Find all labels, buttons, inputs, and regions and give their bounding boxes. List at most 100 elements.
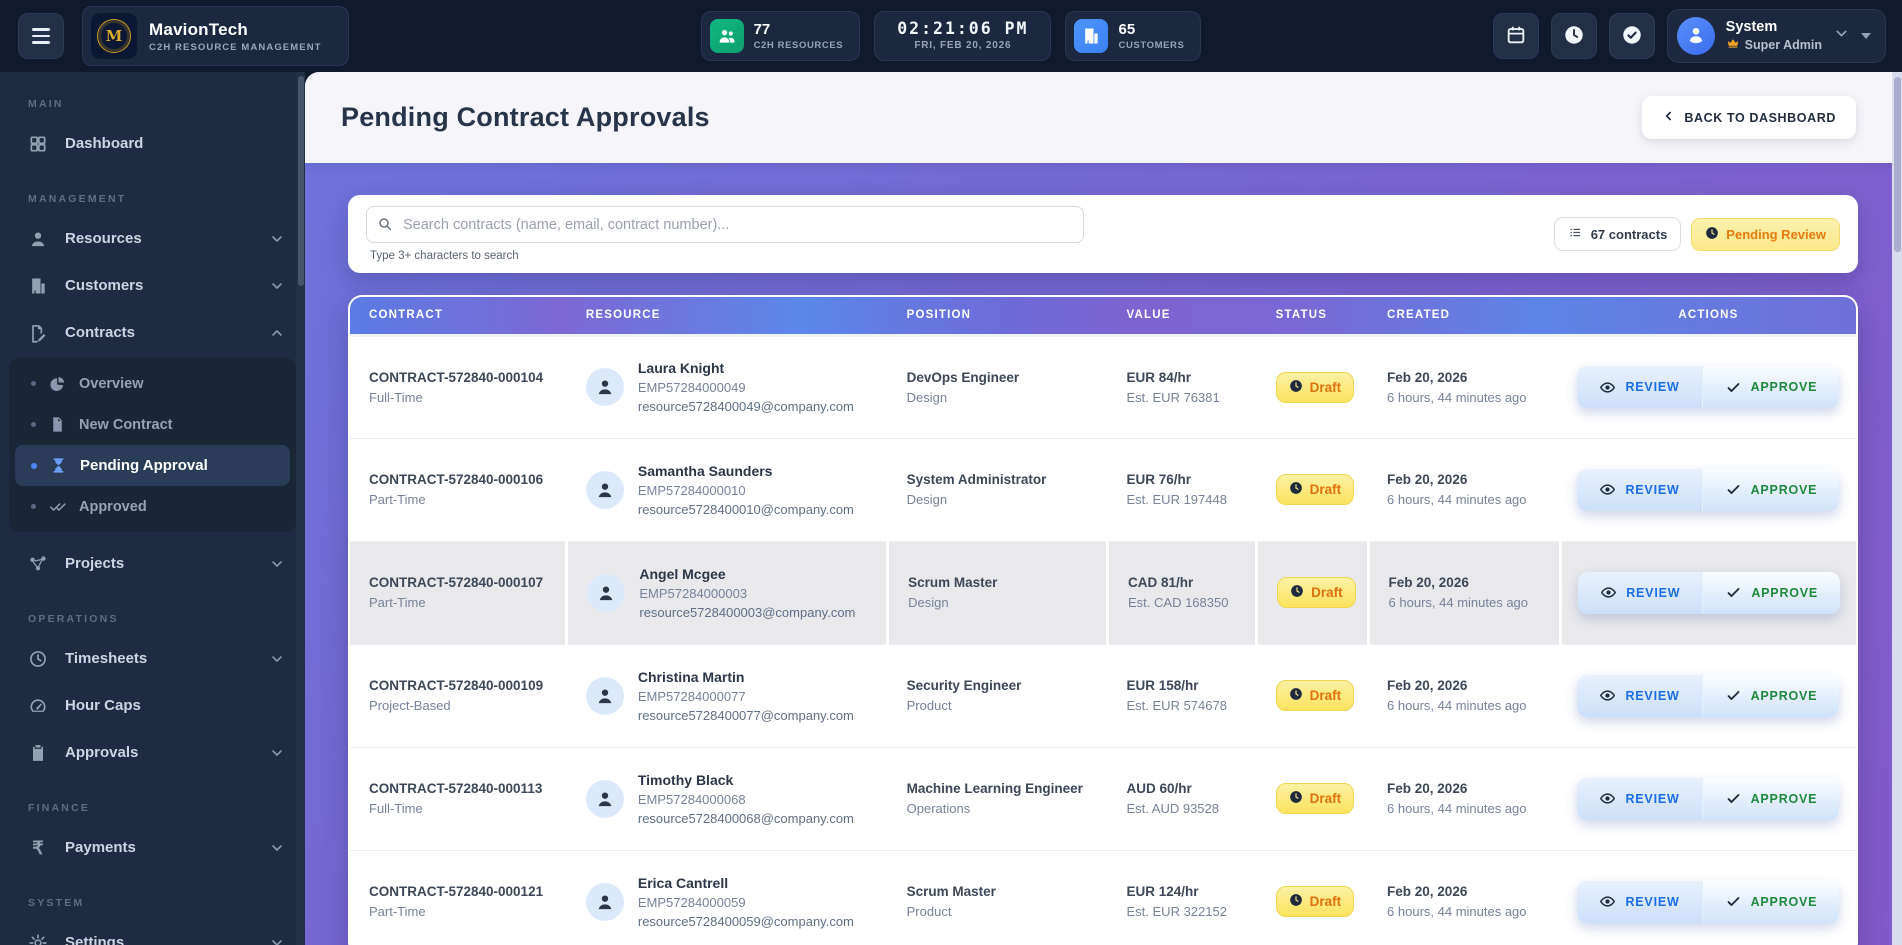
network-icon <box>28 554 48 574</box>
resource-name: Christina Martin <box>637 668 745 685</box>
clock-badge-icon <box>1289 790 1303 807</box>
calendar-icon <box>1505 24 1527 49</box>
sidebar-subitem-overview[interactable]: Overview <box>15 363 290 404</box>
check-icon <box>1725 893 1742 910</box>
sidebar-scrollbar-thumb[interactable] <box>297 76 304 286</box>
review-button[interactable]: REVIEW <box>1577 366 1702 408</box>
bullet-dot <box>31 381 36 386</box>
resource-name: Angel Mcgee <box>639 565 726 582</box>
contract-rate: EUR 158/hr <box>1126 678 1199 693</box>
contracts-table: CONTRACT RESOURCE POSITION VALUE STATUS … <box>350 297 1856 945</box>
approve-button[interactable]: APPROVE <box>1701 880 1840 923</box>
brand-subtitle: C2H RESOURCE MANAGEMENT <box>149 41 322 53</box>
contract-type: Full-Time <box>369 389 423 405</box>
sidebar-section-label: OPERATIONS <box>28 613 119 625</box>
tasks-done-button[interactable] <box>1608 13 1655 59</box>
sidebar-subitem-new-contract[interactable]: New Contract <box>15 404 290 445</box>
contract-number: CONTRACT-572840-000113 <box>369 781 543 796</box>
review-button[interactable]: REVIEW <box>1577 777 1702 820</box>
contract-row[interactable]: CONTRACT-572840-000121 Part-Time Erica Ca… <box>350 850 1856 945</box>
contract-number: CONTRACT-572840-000106 <box>369 472 544 487</box>
resource-name: Timothy Black <box>637 771 734 788</box>
resources-label: C2H RESOURCES <box>753 40 844 51</box>
resource-employee-id: EMP57284000077 <box>637 688 746 704</box>
resource-avatar <box>587 573 626 612</box>
sidebar-item-contracts[interactable]: Contracts <box>0 309 305 356</box>
hamburger-menu-button[interactable] <box>18 13 64 59</box>
clock-button[interactable] <box>1550 13 1597 59</box>
approve-button[interactable]: APPROVE <box>1701 366 1840 408</box>
created-ago: 6 hours, 44 minutes ago <box>1387 492 1527 507</box>
grid-icon <box>28 134 48 154</box>
building-icon <box>1074 19 1109 53</box>
sidebar-subitem-approved[interactable]: Approved <box>15 486 290 527</box>
clock-badge-icon <box>1290 584 1304 601</box>
clock-icon <box>28 649 48 669</box>
brand-logo-icon: M <box>91 13 137 59</box>
created-ago: 6 hours, 44 minutes ago <box>1388 595 1529 610</box>
contract-rate: CAD 81/hr <box>1128 575 1194 590</box>
contract-rate: EUR 84/hr <box>1126 369 1192 385</box>
main-scrollbar <box>1892 72 1902 945</box>
chevron-up-icon <box>269 325 285 341</box>
eye-icon <box>1600 584 1617 601</box>
status-badge: Draft <box>1277 577 1356 608</box>
col-resource: RESOURCE <box>566 297 888 337</box>
sidebar-subitem-pending-approval[interactable]: Pending Approval <box>15 445 290 486</box>
brand-lockup: M MavionTech C2H RESOURCE MANAGEMENT <box>82 6 349 66</box>
contract-row[interactable]: CONTRACT-572840-000113 Full-Time Timothy … <box>350 747 1856 851</box>
sidebar-item-settings[interactable]: Settings <box>0 919 305 945</box>
clock-badge-icon <box>1705 226 1719 243</box>
contract-row[interactable]: CONTRACT-572840-000106 Part-Time Samantha… <box>350 438 1856 542</box>
resource-name: Samantha Saunders <box>637 462 773 479</box>
check-icon <box>1725 481 1742 498</box>
chevron-down-icon <box>269 840 285 856</box>
col-actions: ACTIONS <box>1560 297 1856 337</box>
resource-email: resource5728400010@company.com <box>637 501 854 517</box>
sidebar-item-timesheets[interactable]: Timesheets <box>0 635 305 682</box>
contract-row[interactable]: CONTRACT-572840-000104 Full-Time Laura Kn… <box>350 335 1856 439</box>
approve-button[interactable]: APPROVE <box>1701 777 1840 820</box>
sidebar-item-projects[interactable]: Projects <box>0 540 305 587</box>
calendar-button[interactable] <box>1492 13 1539 59</box>
customers-stat-badge: 65 CUSTOMERS <box>1065 11 1202 61</box>
chevron-down-icon <box>269 745 285 761</box>
resources-stat-badge: 77 C2H RESOURCES <box>700 11 861 61</box>
chevron-down-icon <box>269 651 285 667</box>
main-scrollbar-thumb[interactable] <box>1893 77 1901 252</box>
contract-type: Part-Time <box>369 595 426 610</box>
gear-icon <box>28 933 48 945</box>
contract-number: CONTRACT-572840-000109 <box>369 678 544 693</box>
sidebar-item-approvals[interactable]: Approvals <box>0 729 305 776</box>
approve-button[interactable]: APPROVE <box>1701 674 1840 717</box>
users-icon <box>709 19 744 53</box>
contract-row[interactable]: CONTRACT-572840-000109 Project-Based Chri… <box>350 644 1856 748</box>
check-circle-icon <box>1621 24 1643 49</box>
contract-number: CONTRACT-572840-000121 <box>369 884 544 899</box>
sidebar-item-hour-caps[interactable]: Hour Caps <box>0 682 305 729</box>
review-button[interactable]: REVIEW <box>1578 571 1703 614</box>
approve-button[interactable]: APPROVE <box>1702 571 1841 614</box>
eye-icon <box>1599 687 1616 704</box>
rupee-icon: ₹ <box>32 837 44 858</box>
review-button[interactable]: REVIEW <box>1577 674 1702 717</box>
search-input[interactable] <box>366 206 1084 243</box>
sidebar-item-resources[interactable]: Resources <box>0 215 305 262</box>
sidebar-item-customers[interactable]: Customers <box>0 262 305 309</box>
approve-button[interactable]: APPROVE <box>1701 468 1840 511</box>
sidebar: MAIN Dashboard MANAGEMENT Resources Customer… <box>0 72 305 945</box>
resource-avatar <box>585 368 624 406</box>
sidebar-item-dashboard[interactable]: Dashboard <box>0 120 305 167</box>
review-button[interactable]: REVIEW <box>1577 468 1702 511</box>
created-ago: 6 hours, 44 minutes ago <box>1387 801 1527 816</box>
contract-row[interactable]: CONTRACT-572840-000107 Part-Time Angel Mc… <box>350 541 1856 645</box>
list-icon <box>1568 225 1583 243</box>
review-button[interactable]: REVIEW <box>1577 880 1702 923</box>
position-department: Design <box>906 389 948 405</box>
back-to-dashboard-button[interactable]: BACK TO DASHBOARD <box>1642 96 1856 139</box>
sidebar-item-payments[interactable]: ₹ Payments <box>0 824 305 871</box>
page-header: Pending Contract Approvals BACK TO DASHB… <box>305 72 1902 163</box>
user-avatar <box>1676 17 1715 55</box>
sidebar-section-label: FINANCE <box>28 802 91 814</box>
user-menu[interactable]: System Super Admin <box>1666 9 1886 63</box>
